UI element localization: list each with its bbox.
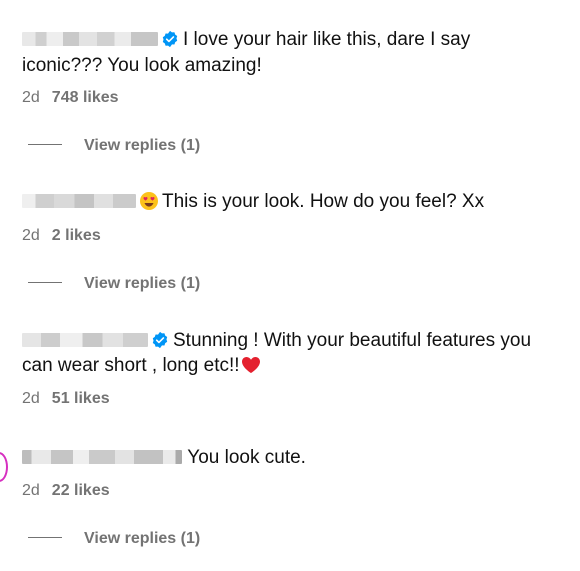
likes-count[interactable]: 22 likes [52,482,110,499]
view-replies-button[interactable]: View replies (1) [28,275,200,293]
blurred-username[interactable] [22,194,136,208]
view-replies-button[interactable]: View replies (1) [28,137,200,155]
comment-time: 2d [22,482,40,499]
comment-text: You look cute. [187,447,306,468]
comment-line: Stunning ! With your beautiful features … [22,329,531,353]
comment-text: iconic??? You look amazing! [22,55,262,76]
view-replies-button[interactable]: View replies (1) [28,530,200,548]
blurred-username[interactable] [22,32,158,46]
comment-line: can wear short , long etc!! [22,354,261,378]
comment-line: This is your look. How do you feel? Xx [22,190,484,214]
comment-line: I love your hair like this, dare I say [22,28,470,52]
comment-meta: 2d 51 likes [22,390,110,408]
comment-text: Stunning ! With your beautiful features … [173,330,532,351]
blurred-username[interactable] [22,333,148,347]
comment-text: can wear short , long etc!! [22,355,240,376]
comment-time: 2d [22,89,40,106]
comment-line: You look cute. [22,446,306,470]
verified-badge-icon [152,331,168,349]
likes-count[interactable]: 748 likes [52,89,119,106]
comment-meta: 2d 22 likes [22,482,110,500]
view-replies-label: View replies (1) [84,530,201,547]
comment-meta: 2d 2 likes [22,227,101,245]
comment-time: 2d [22,390,40,407]
comment-text: I love your hair like this, dare I say [183,29,471,50]
replies-divider [28,537,62,538]
comment-line: iconic??? You look amazing! [22,54,262,78]
comment-meta: 2d 748 likes [22,89,119,107]
blurred-username[interactable] [22,450,182,464]
replies-divider [28,144,62,145]
likes-count[interactable]: 2 likes [52,227,101,244]
red-heart-emoji-icon [241,357,260,373]
heart-eyes-emoji-icon [140,192,158,210]
verified-badge-icon [162,30,178,48]
story-ring-avatar[interactable] [0,452,8,482]
comment-time: 2d [22,227,40,244]
comment-text: This is your look. How do you feel? Xx [162,191,485,212]
likes-count[interactable]: 51 likes [52,390,110,407]
view-replies-label: View replies (1) [84,275,201,292]
replies-divider [28,282,62,283]
view-replies-label: View replies (1) [84,137,201,154]
